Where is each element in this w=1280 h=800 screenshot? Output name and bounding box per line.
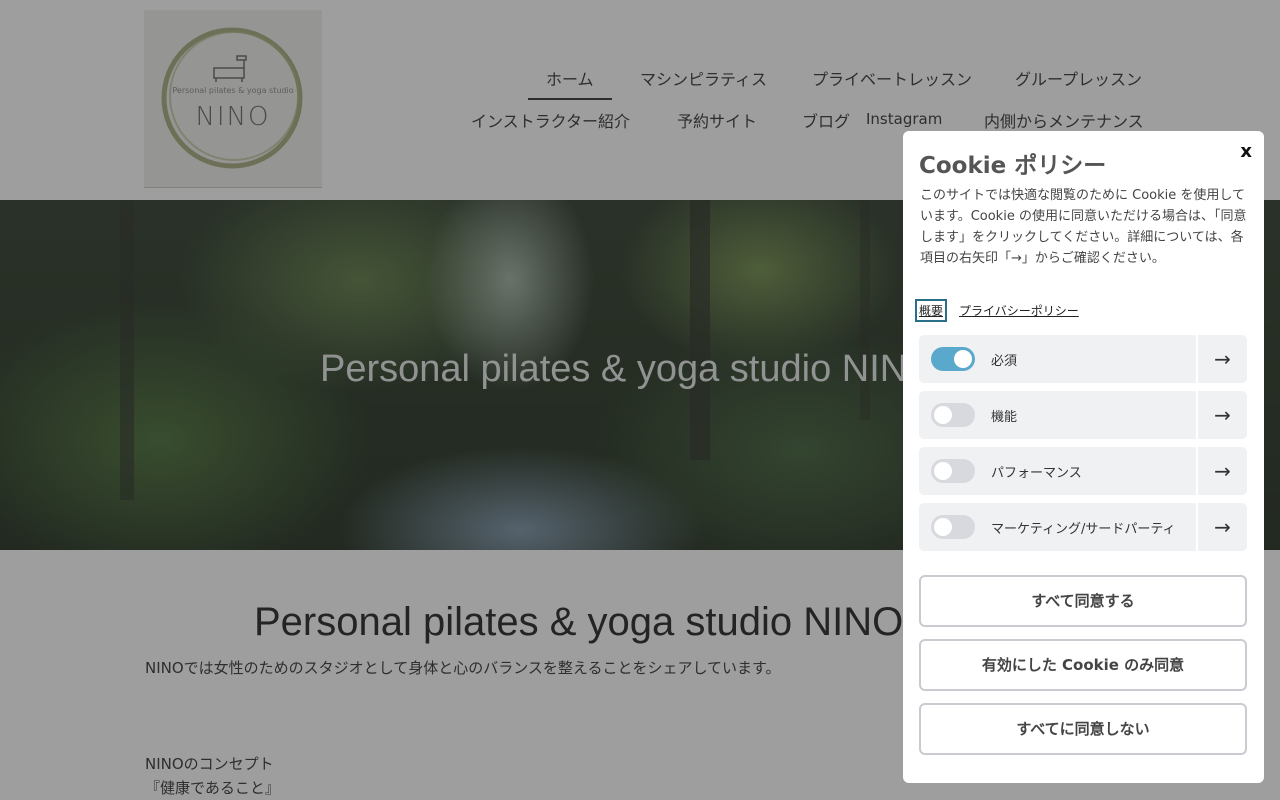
toggle-knob [934, 518, 952, 536]
toggle-knob [934, 406, 952, 424]
cookie-dialog-title: Cookie ポリシー [919, 153, 1107, 179]
cookie-category-marketing: マーケティング/サードパーティ → [919, 503, 1247, 551]
performance-toggle[interactable] [931, 459, 975, 483]
required-toggle[interactable] [931, 347, 975, 371]
category-label: 機能 [991, 410, 1018, 425]
arrow-right-icon[interactable]: → [1198, 447, 1247, 495]
accept-all-button[interactable]: すべて同意する [919, 575, 1247, 627]
cookie-category-required: 必須 → [919, 335, 1247, 383]
cookie-policy-dialog: Cookie ポリシー x このサイトでは快適な閲覧のために Cookie を使… [903, 131, 1264, 783]
reject-all-button[interactable]: すべてに同意しない [919, 703, 1247, 755]
close-icon[interactable]: x [1240, 141, 1252, 162]
arrow-right-icon[interactable]: → [1198, 391, 1247, 439]
marketing-toggle[interactable] [931, 515, 975, 539]
category-label: マーケティング/サードパーティ [991, 522, 1176, 537]
cookie-category-performance: パフォーマンス → [919, 447, 1247, 495]
arrow-right-icon[interactable]: → [1198, 335, 1247, 383]
functional-toggle[interactable] [931, 403, 975, 427]
cookie-description: このサイトでは快適な閲覧のために Cookie を使用しています。Cookie … [920, 188, 1247, 266]
category-label: 必須 [991, 354, 1018, 369]
toggle-knob [954, 350, 972, 368]
category-label: パフォーマンス [991, 466, 1082, 481]
tab-privacy-policy[interactable]: プライバシーポリシー [959, 302, 1079, 319]
tab-overview[interactable]: 概要 [915, 299, 948, 322]
arrow-right-icon[interactable]: → [1198, 503, 1247, 551]
cookie-category-functional: 機能 → [919, 391, 1247, 439]
accept-selected-button[interactable]: 有効にした Cookie のみ同意 [919, 639, 1247, 691]
toggle-knob [934, 462, 952, 480]
